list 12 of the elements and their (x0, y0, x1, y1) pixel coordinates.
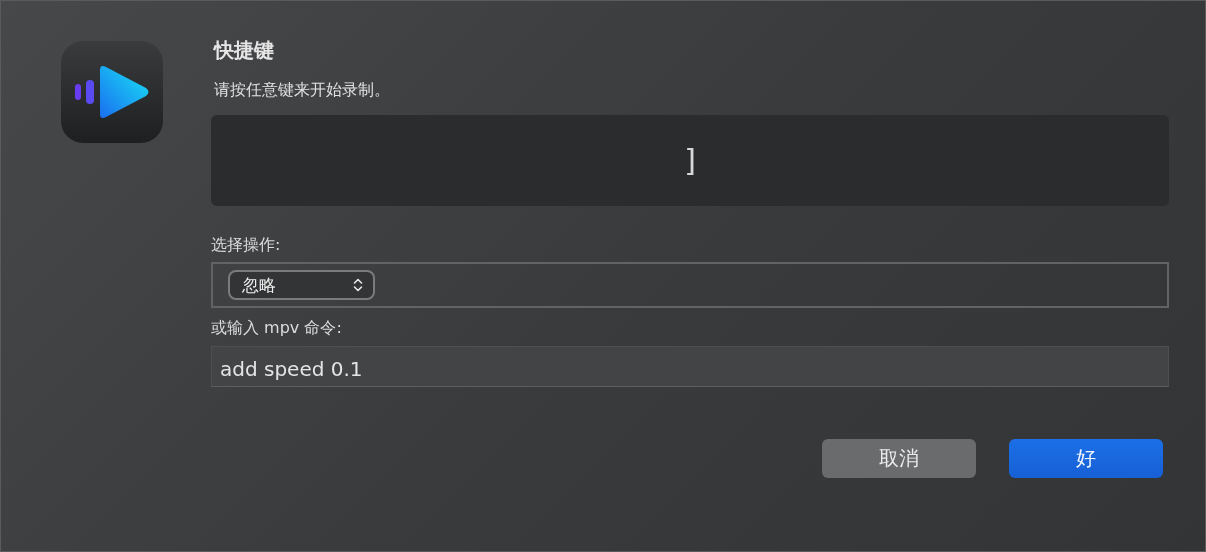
ok-button[interactable]: 好 (1009, 439, 1163, 478)
shortcut-recorder[interactable]: ] (211, 115, 1169, 206)
command-label: 或输入 mpv 命令: (211, 317, 343, 339)
updown-chevron-icon (353, 277, 363, 293)
command-field[interactable]: add speed 0.1 (211, 346, 1169, 387)
action-popup[interactable]: 忽略 (228, 270, 375, 300)
dialog-title: 快捷键 (214, 37, 275, 64)
cancel-button[interactable]: 取消 (822, 439, 976, 478)
action-label: 选择操作: (211, 234, 282, 256)
app-play-icon (60, 40, 164, 144)
dialog-message: 请按任意键来开始录制。 (214, 79, 391, 101)
recorded-key: ] (684, 142, 696, 179)
